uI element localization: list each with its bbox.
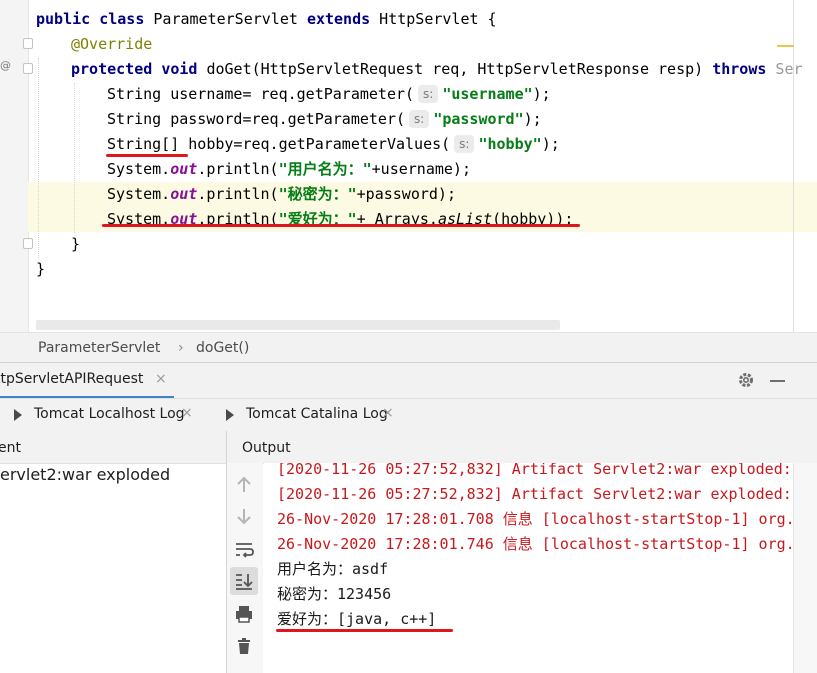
editor-gutter[interactable] [0, 0, 29, 332]
deployment-pane: ent ervlet2:war exploded [0, 431, 227, 673]
breadcrumb-method[interactable]: doGet() [196, 340, 249, 356]
right-margin-line [793, 0, 794, 332]
run-tool-window-header: ttpServletAPIRequest × [0, 362, 817, 399]
fold-marker-icon[interactable] [23, 38, 33, 49]
arrow-up-icon[interactable] [231, 472, 257, 498]
log-line: 26-Nov-2020 17:28:01.746 信息 [localhost-s… [277, 535, 793, 553]
log-line: 26-Nov-2020 17:28:01.708 信息 [localhost-s… [277, 510, 793, 528]
vertical-scrollbar[interactable] [793, 463, 817, 673]
tab-tomcat-catalina-log[interactable]: Tomcat Catalina Log × [210, 399, 410, 431]
close-icon[interactable]: × [155, 371, 167, 387]
code-editor[interactable]: @ public class ParameterServlet extends … [0, 0, 817, 332]
log-line: [2020-11-26 05:27:52,832] Artifact Servl… [277, 463, 793, 478]
tab-tomcat-localhost-log[interactable]: Tomcat Localhost Log × [0, 399, 210, 431]
indent-guide [38, 58, 39, 258]
output-pane-header: Output [227, 431, 817, 464]
fold-marker-icon[interactable] [23, 238, 33, 249]
breadcrumb-class[interactable]: ParameterServlet [38, 340, 160, 356]
log-tabs: Tomcat Localhost Log × Tomcat Catalina L… [0, 398, 817, 432]
breadcrumb: ParameterServlet › doGet() [0, 332, 817, 363]
code-line-8: System.out.println("秘密为："+password); [107, 185, 456, 203]
param-hint: s: [409, 110, 430, 128]
deployment-item[interactable]: ervlet2:war exploded [0, 465, 170, 484]
close-icon[interactable]: × [181, 405, 193, 421]
breadcrumb-separator-icon: › [178, 340, 184, 356]
output-toolbar [227, 463, 263, 673]
horizontal-scrollbar[interactable] [36, 320, 560, 330]
arrow-down-icon[interactable] [231, 503, 257, 529]
code-line-7: System.out.println("用户名为："+username); [107, 160, 471, 178]
code-line-1: public class ParameterServlet extends Ht… [36, 10, 497, 28]
code-line-5: String password=req.getParameter(s: "pass… [107, 110, 542, 128]
log-tab-icon [226, 409, 234, 421]
output-line: 秘密为：123456 [277, 585, 392, 603]
param-hint: s: [454, 135, 475, 153]
run-config-tab[interactable]: ttpServletAPIRequest × [0, 363, 174, 399]
code-line-9: System.out.println("爱好为："+ Arrays.asList… [107, 210, 574, 228]
scroll-to-end-icon [236, 574, 253, 590]
print-icon[interactable] [231, 601, 257, 627]
fold-marker-icon[interactable] [23, 63, 33, 74]
trash-icon[interactable] [231, 633, 257, 659]
output-title: Output [242, 440, 291, 456]
log-line: [2020-11-26 05:27:52,832] Artifact Servl… [277, 485, 793, 503]
run-config-tab-label: ttpServletAPIRequest [0, 371, 144, 387]
code-line-3: protected void doGet(HttpServletRequest … [71, 60, 803, 78]
red-underline-annotation [102, 224, 580, 227]
scroll-to-end-toggle[interactable] [230, 567, 258, 595]
gear-icon[interactable] [737, 371, 755, 389]
code-line-10: } [71, 235, 81, 253]
minimize-icon[interactable] [770, 380, 785, 382]
code-line-11: } [36, 260, 46, 278]
log-tab-icon [14, 409, 22, 421]
code-line-4: String username= req.getParameter(s: "use… [107, 85, 551, 103]
soft-wrap-icon[interactable] [231, 536, 257, 562]
red-underline-annotation [106, 154, 188, 157]
override-gutter-icon[interactable]: @ [0, 59, 11, 72]
output-line: 用户名为：asdf [277, 560, 389, 578]
red-underline-annotation [276, 629, 453, 632]
param-hint: s: [418, 85, 439, 103]
console-output[interactable]: [2020-11-26 05:27:52,832] Artifact Servl… [264, 463, 793, 673]
close-icon[interactable]: × [382, 405, 394, 421]
code-line-2: @Override [71, 35, 153, 53]
deployment-pane-header: ent [0, 431, 226, 464]
warning-marker[interactable] [777, 45, 794, 47]
indent-guide [74, 83, 75, 233]
